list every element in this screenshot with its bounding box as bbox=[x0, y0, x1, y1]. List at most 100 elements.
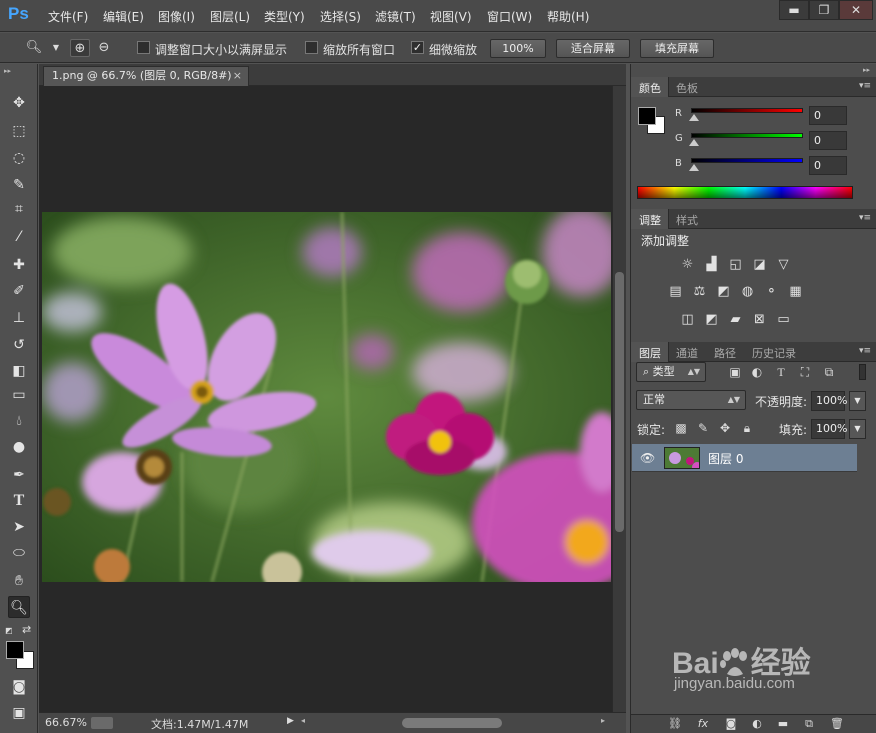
blue-value-input[interactable]: 0 bbox=[809, 156, 847, 175]
levels-icon[interactable]: ▟ bbox=[703, 257, 720, 273]
chevron-down-icon[interactable]: ▼ bbox=[849, 419, 866, 439]
horizontal-scroll-thumb[interactable] bbox=[402, 718, 502, 728]
tab-adjustments[interactable]: 调整 bbox=[639, 212, 661, 228]
layer-filter-dropdown[interactable]: ⌕ 类型 ▲▼ bbox=[636, 362, 706, 382]
menu-window[interactable]: 窗口(W) bbox=[487, 8, 532, 25]
pen-tool-icon[interactable]: ✒ bbox=[8, 464, 30, 486]
path-selection-tool-icon[interactable]: ➤ bbox=[8, 516, 30, 538]
hand-tool-icon[interactable]: ✋︎ bbox=[8, 570, 30, 592]
color-balance-icon[interactable]: ⚖ bbox=[691, 284, 708, 300]
lock-transparency-icon[interactable]: ▩ bbox=[673, 420, 689, 436]
green-slider-knob[interactable] bbox=[689, 139, 699, 146]
ellipse-tool-icon[interactable]: ⬭ bbox=[8, 542, 30, 564]
tab-color[interactable]: 颜色 bbox=[639, 80, 661, 96]
lock-position-icon[interactable]: ✥ bbox=[717, 420, 733, 436]
filter-smart-object-icon[interactable]: ⧉ bbox=[821, 364, 837, 380]
menu-file[interactable]: 文件(F) bbox=[48, 8, 88, 25]
vertical-scrollbar[interactable] bbox=[612, 86, 626, 712]
status-menu-arrow-icon[interactable]: ▶ bbox=[287, 716, 294, 726]
tab-history[interactable]: 历史记录 bbox=[752, 345, 796, 361]
green-value-input[interactable]: 0 bbox=[809, 131, 847, 150]
lock-pixels-icon[interactable]: ✎ bbox=[695, 420, 711, 436]
zoom-all-windows-checkbox[interactable] bbox=[305, 41, 318, 54]
tab-paths[interactable]: 路径 bbox=[714, 345, 736, 361]
green-slider[interactable] bbox=[691, 133, 803, 138]
menu-filter[interactable]: 滤镜(T) bbox=[375, 8, 416, 25]
blue-slider[interactable] bbox=[691, 158, 803, 163]
tab-layers[interactable]: 图层 bbox=[639, 345, 661, 361]
quick-mask-icon[interactable]: ◙ bbox=[8, 676, 30, 698]
status-preview-icon[interactable] bbox=[91, 717, 113, 729]
marquee-tool-icon[interactable]: ⬚ bbox=[8, 120, 30, 142]
lock-all-icon[interactable]: 🔒︎ bbox=[739, 420, 755, 436]
resize-windows-checkbox[interactable] bbox=[137, 41, 150, 54]
fill-input[interactable]: 100% bbox=[811, 419, 847, 439]
filter-adjustment-icon[interactable]: ◐ bbox=[749, 364, 765, 380]
invert-icon[interactable]: ◫ bbox=[679, 312, 696, 328]
screen-mode-icon[interactable]: ▣ bbox=[8, 702, 30, 724]
close-icon[interactable]: × bbox=[233, 67, 242, 85]
collapse-icon[interactable]: ▸▸ bbox=[863, 66, 870, 74]
panel-menu-icon[interactable]: ▾≡ bbox=[859, 213, 871, 223]
gradient-tool-icon[interactable]: ▭ bbox=[8, 384, 30, 406]
selective-color-icon[interactable]: ⊠ bbox=[751, 312, 768, 328]
new-group-icon[interactable]: ▬ bbox=[775, 717, 791, 731]
red-slider[interactable] bbox=[691, 108, 803, 113]
menu-layer[interactable]: 图层(L) bbox=[210, 8, 250, 25]
swap-colors-icon[interactable]: ⇄ bbox=[22, 623, 31, 636]
zoom-level[interactable]: 66.67% bbox=[45, 716, 87, 729]
red-value-input[interactable]: 0 bbox=[809, 106, 847, 125]
vibrance-icon[interactable]: ▽ bbox=[775, 257, 792, 273]
new-layer-icon[interactable]: ⧉ bbox=[801, 717, 817, 731]
restore-button[interactable]: ❐ bbox=[809, 0, 839, 20]
blur-tool-icon[interactable]: 💧︎ bbox=[8, 410, 30, 432]
close-button[interactable]: ✕ bbox=[839, 0, 873, 20]
move-tool-icon[interactable]: ✥ bbox=[8, 92, 30, 114]
history-brush-tool-icon[interactable]: ↺ bbox=[8, 334, 30, 356]
collapse-icon[interactable]: ▸▸ bbox=[4, 67, 11, 75]
color-lookup-icon[interactable]: ▦ bbox=[787, 284, 804, 300]
layer-row[interactable]: 👁︎ 图层 0 bbox=[632, 444, 857, 472]
menu-type[interactable]: 类型(Y) bbox=[264, 8, 305, 25]
eyedropper-tool-icon[interactable]: ⁄ bbox=[8, 226, 30, 248]
fill-screen-button[interactable]: 填充屏幕 bbox=[640, 39, 714, 58]
gradient-map-icon[interactable]: ▭ bbox=[775, 312, 792, 328]
menu-help[interactable]: 帮助(H) bbox=[547, 8, 589, 25]
panel-menu-icon[interactable]: ▾≡ bbox=[859, 346, 871, 356]
threshold-icon[interactable]: ▰ bbox=[727, 312, 744, 328]
minimize-button[interactable]: ▬ bbox=[779, 0, 809, 20]
clone-stamp-tool-icon[interactable]: ⊥ bbox=[8, 307, 30, 329]
layer-style-icon[interactable]: fx bbox=[695, 717, 711, 731]
quick-select-tool-icon[interactable]: ✎ bbox=[8, 174, 30, 196]
lasso-tool-icon[interactable]: ◌ bbox=[8, 147, 30, 169]
opacity-input[interactable]: 100% bbox=[811, 391, 847, 411]
exposure-icon[interactable]: ◪ bbox=[751, 257, 768, 273]
add-mask-icon[interactable]: ◙ bbox=[723, 717, 739, 731]
menu-select[interactable]: 选择(S) bbox=[320, 8, 361, 25]
layer-name[interactable]: 图层 0 bbox=[708, 450, 743, 467]
chevron-down-icon[interactable]: ▼ bbox=[849, 391, 866, 411]
color-spectrum[interactable] bbox=[637, 186, 853, 199]
fit-screen-button[interactable]: 适合屏幕 bbox=[556, 39, 630, 58]
healing-brush-tool-icon[interactable]: ✚ bbox=[8, 254, 30, 276]
delete-layer-icon[interactable]: 🗑︎ bbox=[829, 717, 845, 731]
scroll-right-icon[interactable]: ▸ bbox=[601, 716, 605, 725]
scroll-left-icon[interactable]: ◂ bbox=[301, 716, 305, 725]
type-tool-icon[interactable]: T bbox=[8, 490, 30, 512]
vertical-scroll-thumb[interactable] bbox=[615, 272, 624, 532]
photo-filter-icon[interactable]: ◍ bbox=[739, 284, 756, 300]
tab-styles[interactable]: 样式 bbox=[676, 212, 698, 228]
dodge-tool-icon[interactable]: ● bbox=[8, 436, 30, 458]
menu-edit[interactable]: 编辑(E) bbox=[103, 8, 144, 25]
filter-type-icon[interactable]: T bbox=[773, 364, 789, 380]
canvas-area[interactable] bbox=[39, 86, 612, 712]
scrubby-zoom-checkbox[interactable]: ✓ bbox=[411, 41, 424, 54]
zoom-tool-icon[interactable]: 🔍︎ bbox=[8, 596, 30, 618]
posterize-icon[interactable]: ◩ bbox=[703, 312, 720, 328]
tab-channels[interactable]: 通道 bbox=[676, 345, 698, 361]
foreground-color-swatch[interactable] bbox=[6, 641, 24, 659]
zoom-in-icon[interactable]: ⊕ bbox=[70, 39, 90, 57]
link-layers-icon[interactable]: ⛓ bbox=[667, 717, 683, 731]
brightness-contrast-icon[interactable]: ☼ bbox=[679, 257, 696, 273]
zoom-out-icon[interactable]: ⊖ bbox=[94, 39, 114, 57]
